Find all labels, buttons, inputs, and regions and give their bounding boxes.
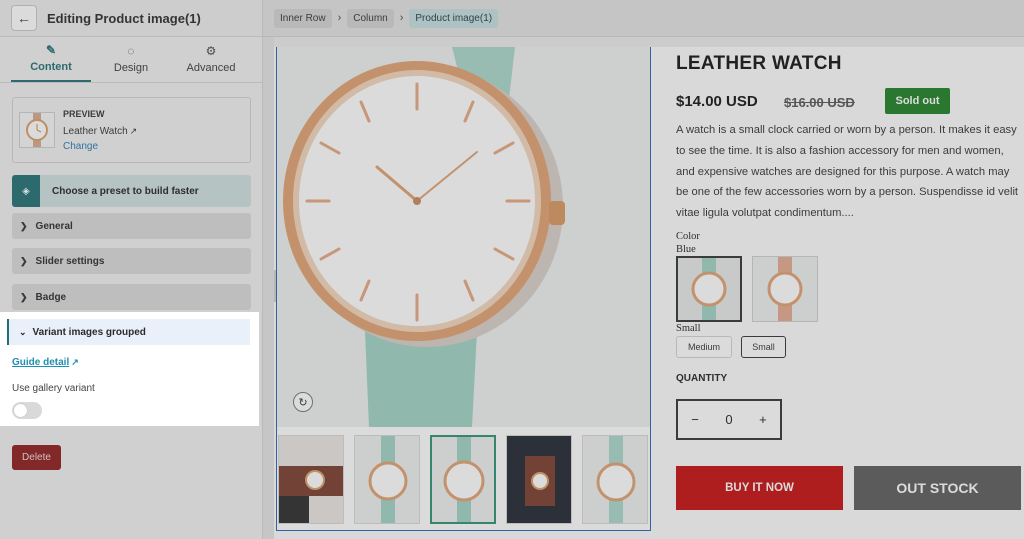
thumbnail-item[interactable]	[582, 435, 648, 524]
panel-tabs: ✎ Content ◌ Design ⚙ Advanced	[0, 37, 262, 83]
gallery-variant-toggle[interactable]	[12, 402, 42, 419]
section-label: Slider settings	[35, 255, 105, 267]
breadcrumb-item-inner-row[interactable]: Inner Row	[274, 8, 332, 28]
product-compare-price: $16.00 USD	[784, 95, 855, 110]
quantity-label: QUANTITY	[676, 373, 728, 384]
breadcrumb-item-product-image[interactable]: Product image(1)	[409, 8, 499, 28]
size-small-button[interactable]: Small	[741, 336, 786, 358]
product-info: LEATHER WATCH $14.00 USD $16.00 USD Sold…	[676, 47, 1021, 537]
chevron-right-icon: ›	[399, 12, 404, 24]
tab-advanced[interactable]: ⚙ Advanced	[171, 37, 251, 82]
tab-label: Design	[113, 62, 149, 74]
tab-content[interactable]: ✎ Content	[11, 37, 91, 82]
breadcrumb: Inner Row › Column › Product image(1)	[263, 0, 1024, 37]
thumbnail-item[interactable]	[354, 435, 420, 524]
preview-product-name-text: Leather Watch	[63, 126, 128, 137]
preset-banner[interactable]: ◈ Choose a preset to build faster	[12, 175, 251, 207]
chevron-right-icon: ❯	[20, 291, 28, 302]
color-swatch-pink[interactable]	[752, 256, 818, 322]
preview-label: PREVIEW	[63, 109, 105, 119]
main-product-image[interactable]: ↻	[277, 47, 650, 427]
size-medium-button[interactable]: Medium	[676, 336, 732, 358]
color-swatch-blue[interactable]	[676, 256, 742, 322]
chevron-right-icon: ›	[337, 12, 342, 24]
thumbnail-item[interactable]	[506, 435, 572, 524]
product-preview-card: PREVIEW Leather Watch ↗ Change	[12, 97, 251, 163]
color-option-label: Color	[676, 231, 700, 242]
canvas-gutter	[263, 37, 274, 539]
breadcrumb-item-column[interactable]: Column	[347, 8, 394, 28]
section-general[interactable]: ❯ General	[12, 213, 251, 239]
buy-now-button[interactable]: BUY IT NOW	[676, 466, 843, 510]
rotate-360-icon[interactable]: ↻	[293, 392, 313, 412]
back-button[interactable]: ←	[11, 5, 37, 31]
pencil-icon: ✎	[45, 43, 57, 57]
chevron-right-icon: ❯	[20, 220, 28, 231]
size-option-label: Small	[676, 323, 701, 334]
gallery-variant-label: Use gallery variant	[12, 383, 95, 394]
canvas: Inner Row › Column › Product image(1) ◀	[263, 0, 1024, 539]
external-link-icon: ↗	[129, 126, 138, 136]
variant-images-section: ⌄ Variant images grouped Guide detail ↗ U…	[0, 312, 259, 426]
tab-label: Advanced	[186, 62, 236, 74]
preset-text: Choose a preset to build faster	[52, 185, 199, 197]
external-link-icon: ↗	[71, 357, 79, 367]
section-label: Badge	[35, 291, 67, 303]
guide-detail-link[interactable]: Guide detail ↗	[12, 357, 79, 368]
product-description: A watch is a small clock carried or worn…	[676, 124, 1019, 220]
out-stock-button[interactable]: OUT STOCK	[854, 466, 1021, 510]
plus-icon[interactable]: +	[759, 412, 767, 427]
color-option-value: Blue	[676, 244, 696, 255]
arrow-left-icon: ←	[17, 10, 31, 26]
row-top-strip	[274, 37, 1024, 47]
change-link[interactable]: Change	[63, 141, 98, 152]
delete-button[interactable]: Delete	[12, 445, 61, 470]
section-variant-images-grouped[interactable]: ⌄ Variant images grouped	[7, 319, 250, 345]
chevron-right-icon: ❯	[20, 255, 28, 266]
section-slider-settings[interactable]: ❯ Slider settings	[12, 248, 251, 274]
product-price: $14.00 USD	[676, 93, 758, 110]
section-label: General	[35, 220, 73, 232]
panel-header: ← Editing Product image(1)	[0, 0, 262, 37]
product-image-block[interactable]: ↻	[276, 47, 651, 531]
thumbnail-item-selected[interactable]	[430, 435, 496, 524]
layers-icon: ◈	[12, 175, 40, 207]
thumbnail-strip	[277, 435, 650, 525]
tab-design[interactable]: ◌ Design	[91, 37, 171, 82]
toggle-knob	[14, 404, 27, 417]
chevron-down-icon: ⌄	[19, 326, 27, 337]
quantity-stepper: − 0 +	[676, 399, 782, 440]
gear-icon: ⚙	[205, 44, 217, 58]
minus-icon[interactable]: −	[691, 412, 699, 427]
editor-panel: ← Editing Product image(1) ✎ Content ◌ D…	[0, 0, 263, 539]
panel-title: Editing Product image(1)	[47, 10, 201, 26]
thumbnail-item[interactable]	[278, 435, 344, 524]
sold-out-badge: Sold out	[885, 88, 950, 114]
section-badge[interactable]: ❯ Badge	[12, 284, 251, 310]
section-label: Variant images grouped	[32, 326, 146, 338]
guide-detail-text: Guide detail	[12, 357, 70, 368]
product-thumbnail	[19, 112, 55, 148]
tab-label: Content	[30, 61, 72, 73]
preview-product-name[interactable]: Leather Watch ↗	[63, 126, 137, 137]
quantity-value[interactable]: 0	[725, 412, 732, 427]
product-title: LEATHER WATCH	[676, 53, 842, 74]
palette-icon: ◌	[127, 44, 135, 58]
